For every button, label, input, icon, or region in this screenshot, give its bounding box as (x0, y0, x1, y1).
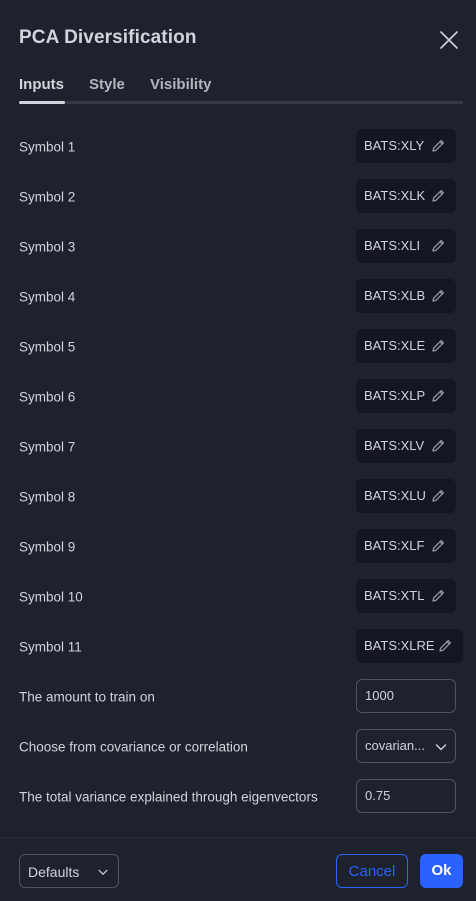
settings-dialog: PCA Diversification Inputs Style Visibil… (0, 0, 476, 901)
symbol-picker[interactable]: BATS:XLF (356, 529, 456, 563)
train-amount-input[interactable]: 1000 (356, 679, 456, 713)
symbol-value: BATS:XLU (364, 488, 426, 503)
defaults-dropdown[interactable]: Defaults (19, 854, 119, 888)
variance-label: The total variance explained through eig… (19, 789, 318, 805)
footer-divider (0, 837, 476, 838)
symbol-label: Symbol 5 (19, 339, 76, 355)
symbol-value: BATS:XLV (364, 438, 425, 453)
symbol-picker[interactable]: BATS:XLRE (356, 629, 463, 663)
symbol-row: Symbol 3 BATS:XLI (0, 229, 476, 265)
symbol-picker[interactable]: BATS:XLE (356, 329, 456, 363)
method-select[interactable]: covarian... (356, 729, 456, 763)
method-value: covarian... (365, 738, 425, 753)
symbol-row: Symbol 2 BATS:XLK (0, 179, 476, 215)
tab-visibility[interactable]: Visibility (150, 76, 211, 93)
symbol-label: Symbol 10 (19, 589, 83, 605)
method-label: Choose from covariance or correlation (19, 739, 248, 755)
symbol-label: Symbol 4 (19, 289, 76, 305)
symbol-row: Symbol 5 BATS:XLE (0, 329, 476, 365)
symbol-row: Symbol 4 BATS:XLB (0, 279, 476, 315)
train-amount-value: 1000 (365, 688, 394, 703)
variance-row: The total variance explained through eig… (0, 779, 476, 815)
cancel-label: Cancel (348, 863, 396, 880)
train-amount-row: The amount to train on 1000 (0, 679, 476, 715)
symbol-value: BATS:XLE (364, 338, 426, 353)
symbol-row: Symbol 1 BATS:XLY (0, 129, 476, 165)
variance-input[interactable]: 0.75 (356, 779, 456, 813)
tab-underline (19, 101, 463, 104)
symbol-label: Symbol 8 (19, 489, 76, 505)
symbol-value: BATS:XLK (364, 188, 426, 203)
method-row: Choose from covariance or correlation co… (0, 729, 476, 765)
pencil-icon[interactable] (429, 387, 447, 405)
symbol-picker[interactable]: BATS:XTL (356, 579, 456, 613)
chevron-down-icon (435, 744, 447, 751)
symbol-value: BATS:XTL (364, 588, 425, 603)
pencil-icon[interactable] (429, 287, 447, 305)
symbol-picker[interactable]: BATS:XLI (356, 229, 456, 263)
symbol-picker[interactable]: BATS:XLP (356, 379, 456, 413)
cancel-button[interactable]: Cancel (336, 854, 408, 888)
pencil-icon[interactable] (429, 437, 447, 455)
symbol-value: BATS:XLY (364, 138, 425, 153)
pencil-icon[interactable] (436, 637, 454, 655)
dialog-title: PCA Diversification (19, 27, 197, 48)
pencil-icon[interactable] (429, 337, 447, 355)
pencil-icon[interactable] (429, 137, 447, 155)
variance-value: 0.75 (365, 788, 391, 803)
symbol-value: BATS:XLF (364, 538, 425, 553)
symbol-label: Symbol 6 (19, 389, 76, 405)
symbol-label: Symbol 9 (19, 539, 76, 555)
tab-inputs[interactable]: Inputs (19, 76, 64, 93)
symbol-row: Symbol 11 BATS:XLRE (0, 629, 476, 665)
symbol-value: BATS:XLRE (364, 638, 435, 653)
symbol-picker[interactable]: BATS:XLU (356, 479, 456, 513)
symbol-picker[interactable]: BATS:XLY (356, 129, 456, 163)
symbol-row: Symbol 10 BATS:XTL (0, 579, 476, 615)
close-button[interactable] (432, 23, 466, 57)
ok-button[interactable]: Ok (420, 854, 463, 888)
pencil-icon[interactable] (429, 237, 447, 255)
train-amount-label: The amount to train on (19, 689, 155, 705)
symbol-label: Symbol 11 (19, 639, 82, 655)
chevron-down-icon (98, 869, 108, 875)
symbol-row: Symbol 6 BATS:XLP (0, 379, 476, 415)
symbol-picker[interactable]: BATS:XLB (356, 279, 456, 313)
tab-style[interactable]: Style (89, 76, 125, 93)
symbol-label: Symbol 2 (19, 189, 76, 205)
symbol-row: Symbol 8 BATS:XLU (0, 479, 476, 515)
symbol-label: Symbol 3 (19, 239, 76, 255)
pencil-icon[interactable] (429, 187, 447, 205)
pencil-icon[interactable] (429, 537, 447, 555)
symbol-label: Symbol 1 (19, 139, 76, 155)
tab-bar: Inputs Style Visibility (19, 74, 463, 106)
symbol-value: BATS:XLB (364, 288, 426, 303)
close-icon (440, 31, 458, 49)
symbol-label: Symbol 7 (19, 439, 76, 455)
ok-label: Ok (431, 862, 452, 879)
symbol-picker[interactable]: BATS:XLK (356, 179, 456, 213)
tab-active-indicator (19, 101, 65, 104)
symbol-row: Symbol 9 BATS:XLF (0, 529, 476, 565)
pencil-icon[interactable] (429, 587, 447, 605)
defaults-label: Defaults (28, 864, 80, 880)
pencil-icon[interactable] (429, 487, 447, 505)
symbol-value: BATS:XLP (364, 388, 426, 403)
symbol-row: Symbol 7 BATS:XLV (0, 429, 476, 465)
symbol-picker[interactable]: BATS:XLV (356, 429, 456, 463)
symbol-value: BATS:XLI (364, 238, 421, 253)
